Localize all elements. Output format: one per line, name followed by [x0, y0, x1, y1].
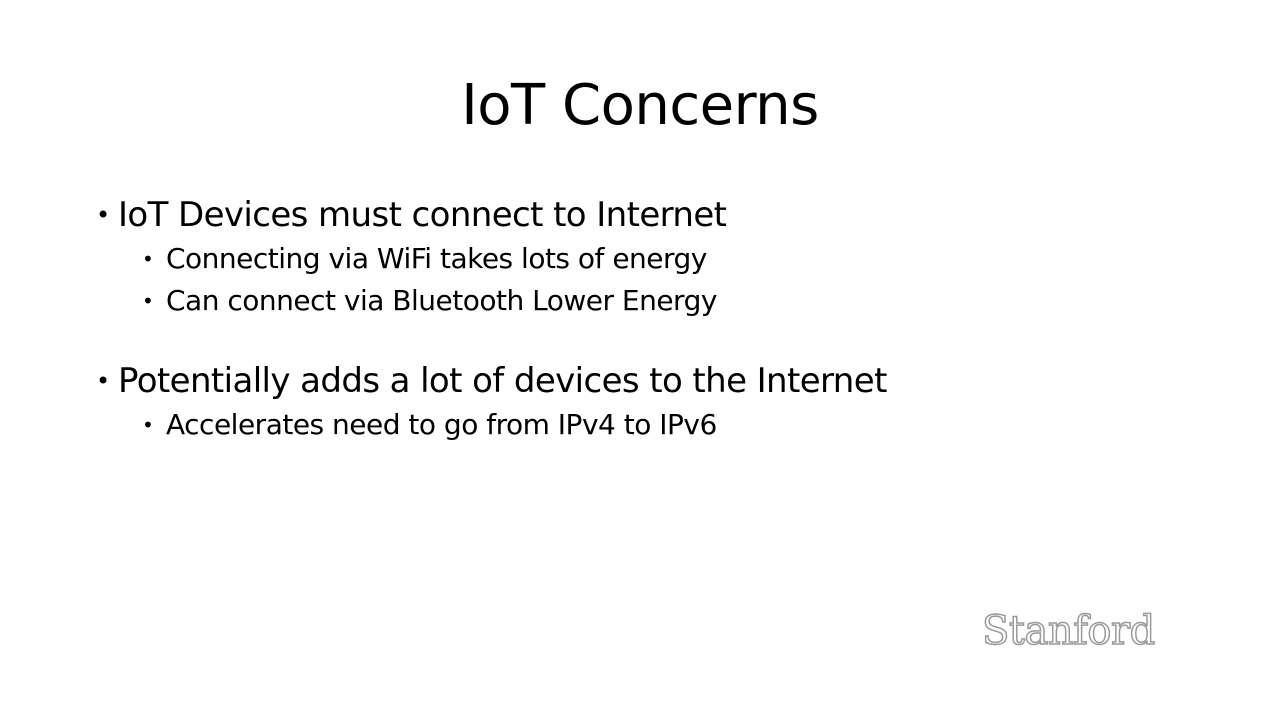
bullet-icon: •	[96, 201, 110, 229]
bullet-text: Potentially adds a lot of devices to the…	[118, 361, 887, 401]
slide-title: IoT Concerns	[461, 73, 819, 138]
bullet-group-1: • IoT Devices must connect to Internet •…	[94, 192, 1094, 322]
bullet-text: IoT Devices must connect to Internet	[118, 195, 727, 235]
slide: IoT Concerns • IoT Devices must connect …	[0, 0, 1280, 720]
stanford-logo: Stanford	[981, 607, 1156, 655]
sub-bullet-text: Accelerates need to go from IPv4 to IPv6	[166, 408, 717, 441]
sub-bullet-item: • Can connect via Bluetooth Lower Energy	[142, 280, 1094, 322]
bullet-icon: •	[142, 413, 154, 437]
bullet-icon: •	[142, 247, 154, 271]
bullet-group-2: • Potentially adds a lot of devices to t…	[94, 358, 1094, 446]
sub-bullet-item: • Accelerates need to go from IPv4 to IP…	[142, 404, 1094, 446]
bullet-icon: •	[96, 367, 110, 395]
sub-bullet-item: • Connecting via WiFi takes lots of ener…	[142, 238, 1094, 280]
bullet-icon: •	[142, 289, 154, 313]
bullet-list: • IoT Devices must connect to Internet •…	[94, 192, 1094, 446]
bullet-item: • IoT Devices must connect to Internet	[94, 192, 1094, 238]
sub-bullet-text: Connecting via WiFi takes lots of energy	[166, 242, 707, 275]
bullet-item: • Potentially adds a lot of devices to t…	[94, 358, 1094, 404]
sub-bullet-text: Can connect via Bluetooth Lower Energy	[166, 284, 717, 317]
